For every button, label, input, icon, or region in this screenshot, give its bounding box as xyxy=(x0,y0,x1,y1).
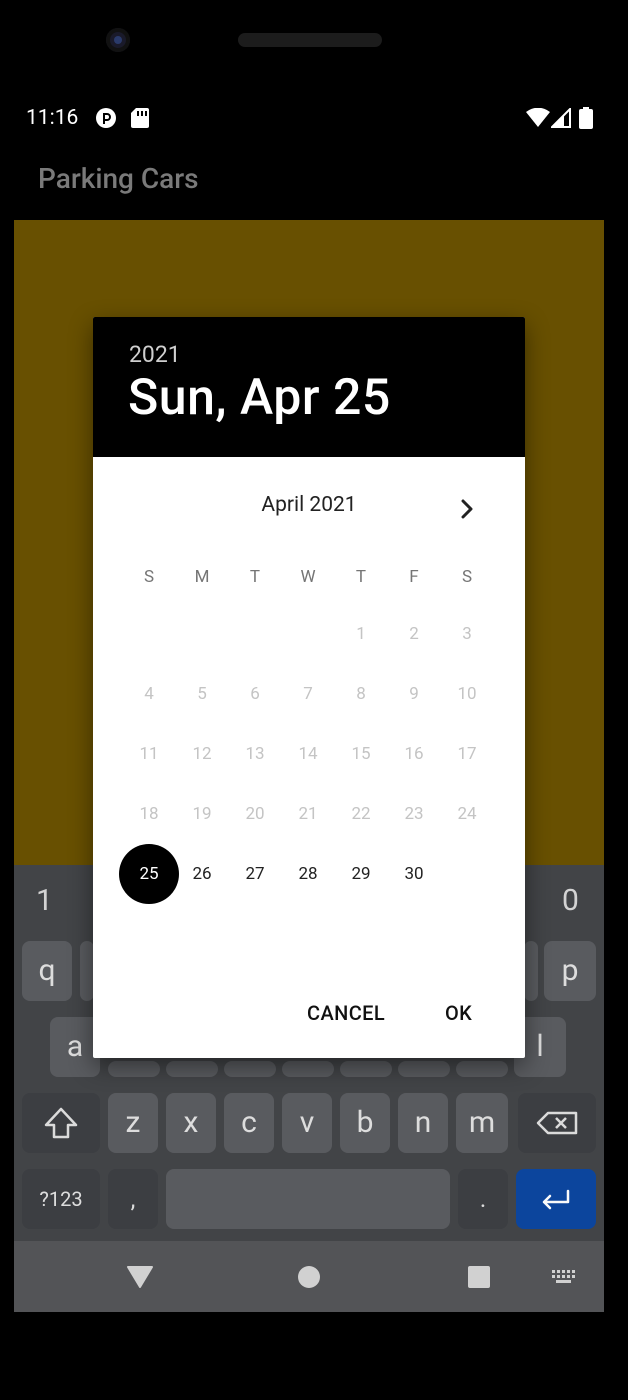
ok-button[interactable]: OK xyxy=(445,1001,472,1025)
weekday-thursday: T xyxy=(355,567,367,587)
calendar-day[interactable]: 28 xyxy=(280,846,336,902)
calendar-day: 19 xyxy=(192,804,212,824)
calendar-day: 21 xyxy=(298,804,318,824)
calendar-day-selected[interactable]: 25 xyxy=(119,844,179,904)
calendar-day: 15 xyxy=(351,744,371,764)
cancel-button[interactable]: CANCEL xyxy=(307,1001,385,1025)
calendar-day: 7 xyxy=(303,684,313,704)
status-time: 11:16 xyxy=(26,106,79,130)
weekday-monday: M xyxy=(194,567,210,587)
calendar-day[interactable]: 27 xyxy=(227,846,283,902)
calendar-day: 18 xyxy=(139,804,159,824)
battery-icon xyxy=(579,107,593,129)
calendar-day: 10 xyxy=(457,684,477,704)
calendar-day: 13 xyxy=(245,744,265,764)
weekday-saturday: S xyxy=(461,567,473,587)
weekday-friday: F xyxy=(409,567,419,587)
date-picker-dialog: 2021 Sun, Apr 25 April 2021 S M T W T F … xyxy=(93,317,525,1058)
calendar-day: 12 xyxy=(192,744,212,764)
calendar-day: 5 xyxy=(197,684,207,704)
calendar-day[interactable]: 30 xyxy=(386,846,442,902)
app-title: Parking Cars xyxy=(38,162,199,195)
calendar-day: 17 xyxy=(457,744,477,764)
calendar-day: 2 xyxy=(409,624,419,644)
date-picker-header: 2021 Sun, Apr 25 xyxy=(93,317,525,457)
calendar-day[interactable]: 26 xyxy=(174,846,230,902)
weekday-sunday: S xyxy=(143,567,155,587)
next-month-chevron-icon[interactable] xyxy=(451,493,483,525)
year-selector[interactable]: 2021 xyxy=(129,341,181,368)
calendar-day: 20 xyxy=(245,804,265,824)
calendar-day: 8 xyxy=(356,684,366,704)
calendar-day: 23 xyxy=(404,804,424,824)
cellular-signal-icon xyxy=(551,108,571,128)
weekday-wednesday: W xyxy=(300,567,316,587)
wifi-icon xyxy=(526,108,550,127)
sd-card-icon xyxy=(131,108,149,128)
selected-date-label: Sun, Apr 25 xyxy=(128,369,391,427)
app-notification-icon xyxy=(96,108,116,128)
calendar-day: 16 xyxy=(404,744,424,764)
calendar-day: 14 xyxy=(298,744,318,764)
calendar-day: 6 xyxy=(250,684,260,704)
earpiece-speaker xyxy=(238,33,382,47)
calendar-day: 4 xyxy=(144,684,154,704)
calendar-day: 9 xyxy=(409,684,419,704)
calendar-day[interactable]: 29 xyxy=(333,846,389,902)
weekday-tuesday: T xyxy=(249,567,261,587)
front-camera xyxy=(106,28,130,52)
calendar-day: 24 xyxy=(457,804,477,824)
calendar-day: 22 xyxy=(351,804,371,824)
calendar-day: 1 xyxy=(356,624,366,644)
calendar-day: 11 xyxy=(139,744,159,764)
calendar-day: 3 xyxy=(462,624,472,644)
